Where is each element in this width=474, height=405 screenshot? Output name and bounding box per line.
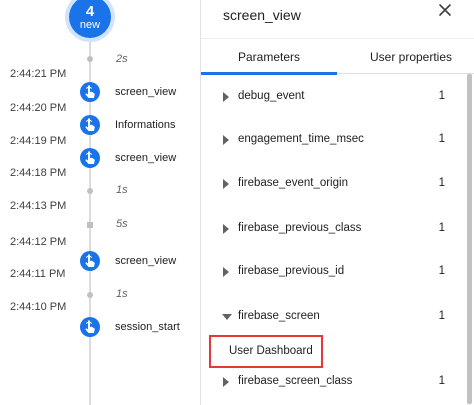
timeline-event-name[interactable]: screen_view	[115, 152, 176, 164]
param-name: firebase_screen	[238, 310, 320, 322]
touch-icon[interactable]	[80, 317, 100, 337]
scrollbar-thumb[interactable]	[467, 74, 472, 404]
param-count: 1	[438, 177, 445, 189]
param-count: 1	[438, 90, 445, 102]
new-events-count: 4	[85, 3, 95, 20]
timeline-gap-dot	[87, 56, 93, 62]
tab-user-properties[interactable]: User properties	[347, 39, 474, 75]
param-row-expanded[interactable]: firebase_screen 1	[201, 308, 467, 328]
param-name: firebase_previous_class	[238, 222, 362, 234]
touch-icon[interactable]	[80, 82, 100, 102]
param-row[interactable]: engagement_time_msec 1	[201, 131, 467, 151]
timeline-gap-dot	[87, 188, 93, 194]
timeline-gap-label: 1s	[116, 288, 128, 300]
caret-right-icon	[223, 267, 229, 277]
timeline-gap-label: 5s	[116, 218, 128, 230]
touch-icon[interactable]	[80, 251, 100, 271]
new-events-label: new	[79, 19, 101, 31]
caret-right-icon	[223, 224, 229, 234]
param-count: 1	[438, 222, 445, 234]
caret-right-icon	[223, 135, 229, 145]
timeline-time: 2:44:11 PM	[10, 268, 66, 280]
caret-right-icon	[223, 179, 229, 189]
close-icon	[439, 4, 451, 16]
caret-right-icon	[223, 377, 229, 387]
timeline-time: 2:44:13 PM	[10, 200, 67, 212]
param-count: 1	[438, 265, 445, 277]
param-row[interactable]: debug_event 1	[201, 88, 467, 108]
timeline-event-name[interactable]: screen_view	[115, 255, 176, 267]
panel-title: screen_view	[223, 7, 301, 23]
touch-icon[interactable]	[80, 115, 100, 135]
timeline-gap-dot	[87, 292, 93, 298]
tab-parameters[interactable]: Parameters	[201, 39, 337, 75]
event-timeline: 4 new 2s 2:44:21 PM screen_view 2:44:20 …	[0, 0, 200, 405]
timeline-time: 2:44:20 PM	[10, 102, 67, 114]
param-row[interactable]: firebase_event_origin 1	[201, 175, 467, 195]
param-row[interactable]: firebase_screen_class 1	[201, 373, 467, 393]
param-name: engagement_time_msec	[238, 133, 364, 145]
touch-icon[interactable]	[80, 148, 100, 168]
scrollbar[interactable]	[467, 74, 472, 405]
timeline-time: 2:44:10 PM	[10, 301, 67, 313]
highlight-annotation	[209, 335, 323, 368]
timeline-event-name[interactable]: Informations	[115, 119, 176, 131]
timeline-gap-label: 2s	[116, 53, 128, 65]
timeline-time: 2:44:21 PM	[10, 68, 67, 80]
close-button[interactable]	[435, 0, 455, 20]
param-count: 1	[438, 310, 445, 322]
timeline-event-name[interactable]: session_start	[115, 321, 180, 333]
timeline-event-name[interactable]: screen_view	[115, 86, 176, 98]
panel-tabs: Parameters User properties	[201, 38, 474, 75]
param-name: firebase_event_origin	[238, 177, 348, 189]
new-events-badge[interactable]: 4 new	[69, 0, 111, 38]
timeline-time: 2:44:18 PM	[10, 167, 67, 179]
active-tab-indicator	[201, 72, 337, 75]
param-name: firebase_previous_id	[238, 265, 345, 277]
timeline-gap-label: 1s	[116, 184, 128, 196]
param-row[interactable]: firebase_previous_id 1	[201, 263, 467, 283]
caret-right-icon	[223, 92, 229, 102]
param-row[interactable]: firebase_previous_class 1	[201, 220, 467, 240]
param-count: 1	[438, 375, 445, 387]
timeline-time: 2:44:12 PM	[10, 236, 67, 248]
param-name: debug_event	[238, 90, 305, 102]
timeline-time: 2:44:19 PM	[10, 135, 67, 147]
caret-down-icon	[222, 314, 232, 320]
param-name: firebase_screen_class	[238, 375, 353, 387]
timeline-gap-marker	[87, 222, 93, 228]
param-count: 1	[438, 133, 445, 145]
